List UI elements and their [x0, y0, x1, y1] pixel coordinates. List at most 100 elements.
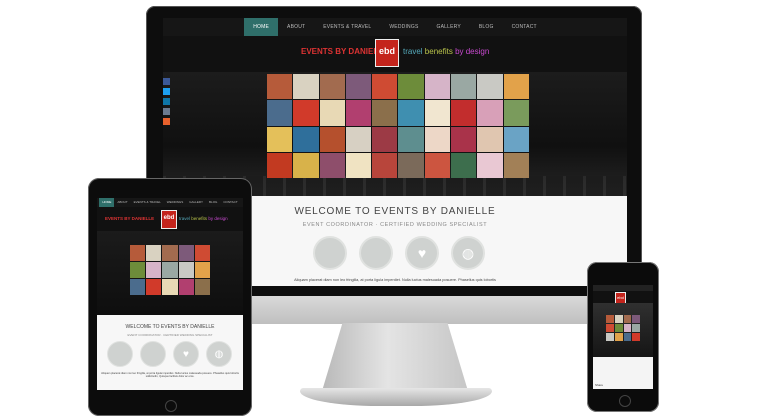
gallery-photo[interactable]: [632, 315, 640, 323]
nav-home[interactable]: HOME: [244, 18, 279, 36]
gallery-photo[interactable]: [372, 100, 398, 126]
gallery-photo[interactable]: [293, 100, 319, 126]
globe-icon[interactable]: ◍: [451, 236, 485, 270]
gallery-photo[interactable]: [345, 74, 372, 100]
gallery-photo[interactable]: [503, 126, 529, 152]
gallery-photo[interactable]: [293, 126, 319, 152]
gallery-photo[interactable]: [477, 100, 503, 126]
gallery-photo[interactable]: [372, 74, 398, 100]
phone-home-button[interactable]: [619, 395, 631, 407]
gallery-photo[interactable]: [398, 74, 424, 100]
logo-mark[interactable]: ebd: [375, 39, 399, 67]
nav-contact[interactable]: CONTACT: [220, 198, 240, 207]
gallery-photo[interactable]: [345, 100, 372, 126]
share-label[interactable]: Share: [595, 383, 603, 387]
gallery-photo[interactable]: [623, 315, 632, 323]
gallery-photo[interactable]: [398, 126, 424, 152]
gallery-photo[interactable]: [477, 152, 503, 178]
nav-contact[interactable]: CONTACT: [503, 18, 546, 36]
tablet-home-button[interactable]: [165, 400, 177, 412]
gallery-photo[interactable]: [146, 245, 162, 261]
feature-circle[interactable]: [313, 236, 347, 270]
globe-icon[interactable]: ◍: [206, 341, 232, 367]
gallery-photo[interactable]: [503, 152, 529, 178]
tablet-welcome: WELCOME TO EVENTS BY DANIELLE EVENT COOR…: [97, 315, 243, 390]
nav-blog[interactable]: BLOG: [206, 198, 220, 207]
twitter-icon[interactable]: [163, 88, 170, 95]
gallery-photo[interactable]: [267, 100, 293, 126]
gallery-photo[interactable]: [451, 126, 477, 152]
nav-events-travel[interactable]: EVENTS & TRAVEL: [314, 18, 380, 36]
nav-weddings[interactable]: WEDDINGS: [164, 198, 187, 207]
gallery-photo[interactable]: [451, 74, 477, 100]
gallery-photo[interactable]: [178, 262, 194, 278]
feature-circle[interactable]: [140, 341, 166, 367]
logo-mark[interactable]: ebd: [161, 210, 177, 229]
email-icon[interactable]: [163, 108, 170, 115]
gallery-photo[interactable]: [319, 152, 345, 178]
gallery-photo[interactable]: [293, 74, 319, 100]
gallery-photo[interactable]: [398, 152, 424, 178]
gallery-photo[interactable]: [319, 100, 345, 126]
gallery-photo[interactable]: [477, 126, 503, 152]
gallery-photo[interactable]: [267, 126, 293, 152]
gallery-photo[interactable]: [623, 333, 632, 341]
gallery-photo[interactable]: [130, 262, 146, 278]
gallery-photo[interactable]: [372, 126, 398, 152]
gallery-photo[interactable]: [267, 152, 293, 178]
gallery-photo[interactable]: [424, 126, 451, 152]
gallery-photo[interactable]: [194, 262, 210, 278]
nav-home[interactable]: HOME: [99, 198, 115, 207]
gallery-photo[interactable]: [162, 245, 178, 261]
gallery-photo[interactable]: [606, 333, 614, 341]
gallery-photo[interactable]: [146, 279, 162, 295]
plus-icon[interactable]: [163, 118, 170, 125]
gallery-photo[interactable]: [319, 74, 345, 100]
gallery-photo[interactable]: [451, 152, 477, 178]
gallery-photo[interactable]: [372, 152, 398, 178]
gallery-photo[interactable]: [503, 74, 529, 100]
gallery-photo[interactable]: [194, 245, 210, 261]
facebook-icon[interactable]: [163, 78, 170, 85]
gallery-photo[interactable]: [345, 126, 372, 152]
feature-circle[interactable]: [107, 341, 133, 367]
heart-icon[interactable]: ♥: [173, 341, 199, 367]
nav-blog[interactable]: BLOG: [470, 18, 503, 36]
gallery-photo[interactable]: [178, 245, 194, 261]
gallery-photo[interactable]: [614, 324, 623, 332]
gallery-photo[interactable]: [194, 279, 210, 295]
gallery-photo[interactable]: [503, 100, 529, 126]
gallery-photo[interactable]: [130, 279, 146, 295]
gallery-photo[interactable]: [424, 100, 451, 126]
gallery-photo[interactable]: [614, 315, 623, 323]
gallery-photo[interactable]: [632, 324, 640, 332]
gallery-photo[interactable]: [451, 100, 477, 126]
gallery-photo[interactable]: [606, 324, 614, 332]
gallery-photo[interactable]: [146, 262, 162, 278]
nav-weddings[interactable]: WEDDINGS: [380, 18, 427, 36]
gallery-photo[interactable]: [477, 74, 503, 100]
gallery-photo[interactable]: [178, 279, 194, 295]
gallery-photo[interactable]: [632, 333, 640, 341]
nav-gallery[interactable]: GALLERY: [427, 18, 469, 36]
gallery-photo[interactable]: [162, 279, 178, 295]
nav-events-travel[interactable]: EVENTS & TRAVEL: [131, 198, 164, 207]
gallery-photo[interactable]: [424, 74, 451, 100]
feature-circle[interactable]: [359, 236, 393, 270]
gallery-photo[interactable]: [162, 262, 178, 278]
gallery-photo[interactable]: [398, 100, 424, 126]
nav-gallery[interactable]: GALLERY: [186, 198, 206, 207]
gallery-photo[interactable]: [424, 152, 451, 178]
gallery-photo[interactable]: [319, 126, 345, 152]
gallery-photo[interactable]: [267, 74, 293, 100]
gallery-photo[interactable]: [345, 152, 372, 178]
gallery-photo[interactable]: [623, 324, 632, 332]
gallery-photo[interactable]: [130, 245, 146, 261]
gallery-photo[interactable]: [293, 152, 319, 178]
linkedin-icon[interactable]: [163, 98, 170, 105]
heart-icon[interactable]: ♥: [405, 236, 439, 270]
gallery-photo[interactable]: [606, 315, 614, 323]
nav-about[interactable]: ABOUT: [278, 18, 314, 36]
gallery-photo[interactable]: [614, 333, 623, 341]
nav-about[interactable]: ABOUT: [114, 198, 130, 207]
